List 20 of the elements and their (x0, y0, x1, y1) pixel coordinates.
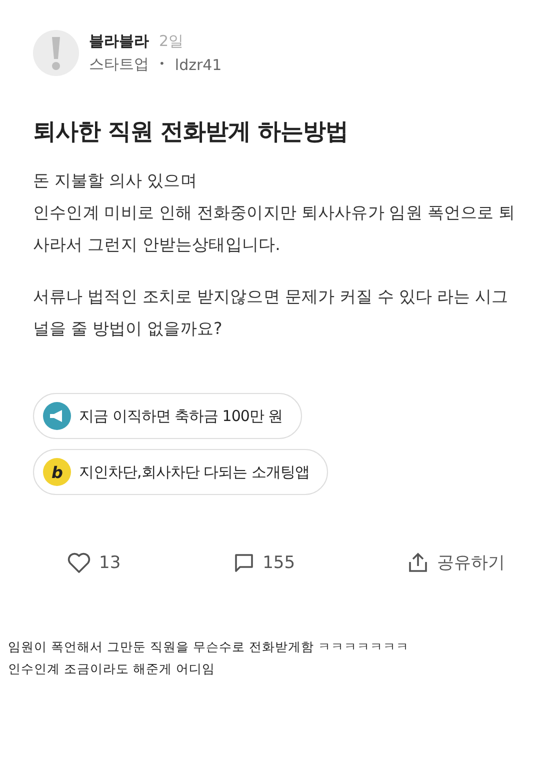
heart-icon (67, 552, 91, 574)
caption-text: 임원이 폭언해서 그만둔 직원을 무슨수로 전화받게함 ㅋㅋㅋㅋㅋㅋㅋ (8, 638, 410, 656)
post-body-text: 돈 지불할 의사 있으며 인수인계 미비로 인해 전화중이지만 퇴사사유가 임원 폭언으로 퇴사라서 그런지 안받는상태입니다. (33, 170, 516, 256)
post-body-text: 서류나 법적인 조치로 받지않으면 문제가 커질 수 있다 라는 시그널을 줄 방법이 없을까요? (33, 286, 510, 340)
comment-button[interactable]: 155 (232, 551, 296, 574)
app-logo-icon: b (43, 458, 71, 486)
post-title: 퇴사한 직원 전화받게 하는방법 (33, 118, 350, 147)
post-time: 2일 (159, 32, 184, 51)
company-name: 스타트업 (89, 55, 149, 74)
avatar-icon (33, 30, 79, 76)
separator-dot: • (159, 59, 165, 70)
ad-link[interactable]: b 지인차단,회사차단 다되는 소개팅앱 (33, 449, 328, 495)
user-id: ldzr41 (174, 56, 222, 74)
ad-link[interactable]: 지금 이직하면 축하금 100만 원 (33, 393, 302, 439)
caption-text: 인수인계 조금이라도 해준게 어디임 (8, 660, 216, 678)
like-button[interactable]: 13 (67, 551, 121, 574)
author-name[interactable]: 블라블라 (89, 32, 149, 51)
speech-bubble-icon (232, 552, 255, 574)
share-button[interactable]: 공유하기 (407, 551, 505, 574)
share-icon (407, 552, 429, 574)
